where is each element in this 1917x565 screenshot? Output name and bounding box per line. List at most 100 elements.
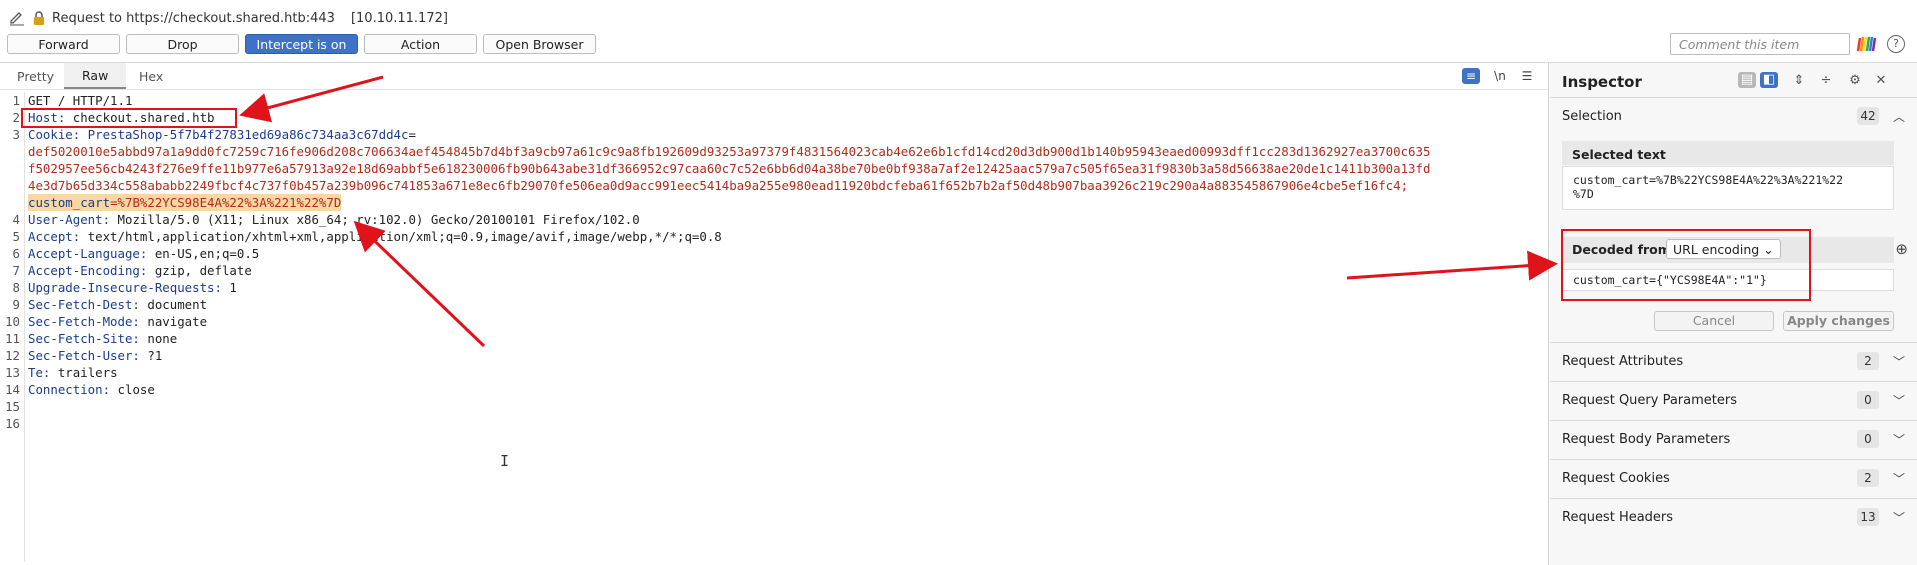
panel-view-icon[interactable]: ◧ <box>1760 72 1778 88</box>
action-button[interactable]: Action <box>364 34 477 54</box>
line-number: 9 <box>12 297 20 312</box>
section-request-query-parameters[interactable]: Request Query Parameters 0 ﹀ <box>1550 381 1917 419</box>
comment-input[interactable]: Comment this item <box>1670 33 1850 55</box>
decoded-from-label: Decoded from: <box>1572 242 1676 257</box>
header-value: Mozilla/5.0 (X11; Linux x86_64; rv:102.0… <box>110 212 640 227</box>
newline-toggle[interactable]: \n <box>1491 68 1509 84</box>
line-number: 5 <box>12 229 20 244</box>
inspector-title: Inspector <box>1562 73 1642 91</box>
intercept-toggle-button[interactable]: Intercept is on <box>245 34 358 54</box>
wrap-lines-icon[interactable]: ≡ <box>1462 68 1480 84</box>
panel-divider[interactable] <box>1548 63 1549 565</box>
tab-raw[interactable]: Raw <box>64 63 127 89</box>
line-number: 7 <box>12 263 20 278</box>
section-request-cookies[interactable]: Request Cookies 2 ﹀ <box>1550 459 1917 497</box>
section-count: 0 <box>1857 430 1879 448</box>
decoded-value: custom_cart={"YCS98E4A":"1"} <box>1573 273 1767 287</box>
line-number: 1 <box>12 93 20 108</box>
header-value: 1 <box>221 280 237 295</box>
line-number: 14 <box>5 382 20 397</box>
gutter-divider <box>24 92 25 562</box>
header-value: navigate <box>139 314 208 329</box>
pencil-icon[interactable] <box>8 9 26 27</box>
gear-icon[interactable]: ⚙ <box>1846 73 1864 89</box>
cookie-value-wrap: def5020010e5abbd97a1a9dd0fc7259c716fe906… <box>28 144 1431 159</box>
cookie-value-wrap: f502957ee56cb4243f276e9ffe11b977e6a57913… <box>28 161 1431 176</box>
selected-text-line: %7D <box>1573 187 1594 201</box>
section-request-attributes[interactable]: Request Attributes 2 ﹀ <box>1550 342 1917 380</box>
header-line: Accept-Language: en-US,en;q=0.5 <box>28 245 259 262</box>
header-line: Upgrade-Insecure-Requests: 1 <box>28 279 237 296</box>
header-line: Sec-Fetch-User: ?1 <box>28 347 162 364</box>
chevron-up-icon[interactable]: ︿ <box>1893 108 1905 125</box>
header-line: Accept-Encoding: gzip, deflate <box>28 262 252 279</box>
line-number: 12 <box>5 348 20 363</box>
request-header-line: Request to https://checkout.shared.htb:4… <box>8 8 448 28</box>
section-label: Request Attributes <box>1562 354 1684 369</box>
section-label: Request Query Parameters <box>1562 393 1737 408</box>
request-toolbar: Request to https://checkout.shared.htb:4… <box>0 0 1917 63</box>
cookie-value: =%7B%22YCS98E4A%22%3A%221%22%7D <box>110 195 342 210</box>
header-value: checkout.shared.htb <box>65 110 215 125</box>
decoded-value-box[interactable]: custom_cart={"YCS98E4A":"1"} <box>1562 269 1894 291</box>
add-icon[interactable]: ⊕ <box>1895 240 1908 258</box>
line-number: 6 <box>12 246 20 261</box>
selected-text-header: Selected text <box>1562 141 1894 165</box>
request-ip: [10.10.11.172] <box>350 10 448 26</box>
header-value: en-US,en;q=0.5 <box>147 246 260 261</box>
tab-hex[interactable]: Hex <box>139 69 163 84</box>
chevron-down-icon[interactable]: ﹀ <box>1893 470 1905 487</box>
section-request-body-parameters[interactable]: Request Body Parameters 0 ﹀ <box>1550 420 1917 458</box>
decoded-header: Decoded from: URL encoding ⌄ ⊕ <box>1562 237 1908 263</box>
header-key: User-Agent: <box>28 212 111 227</box>
cookie-value-wrap: 4e3d7b65d334c558ababb2249fbcf4c737f0b457… <box>28 178 1409 193</box>
selected-text-box[interactable]: custom_cart=%7B%22YCS98E4A%22%3A%221%22 … <box>1562 166 1894 210</box>
selection-section[interactable]: Selection 42 ︿ <box>1550 97 1917 135</box>
header-key: Accept: <box>28 229 81 244</box>
line-number: 11 <box>5 331 20 346</box>
header-value: trailers <box>50 365 118 380</box>
open-browser-button[interactable]: Open Browser <box>483 34 596 54</box>
decoding-select-value: URL encoding <box>1673 242 1760 257</box>
help-icon[interactable]: ? <box>1887 35 1905 53</box>
section-request-headers[interactable]: Request Headers 13 ﹀ <box>1550 498 1917 536</box>
header-key: Sec-Fetch-Site: <box>28 331 140 346</box>
cookie-name: PrestaShop-5f7b4f27831ed69a86c734aa3c67d… <box>80 127 409 142</box>
cancel-button[interactable]: Cancel <box>1654 311 1774 331</box>
decoding-select[interactable]: URL encoding ⌄ <box>1666 239 1781 259</box>
message-editor: Pretty Raw Hex ≡ \n ☰ 1 GET / HTTP/1.1 2… <box>0 63 1548 565</box>
close-icon[interactable]: ✕ <box>1872 73 1890 89</box>
highlight-color-icon[interactable] <box>1856 35 1876 53</box>
chevron-down-icon[interactable]: ﹀ <box>1893 392 1905 409</box>
chevron-down-icon[interactable]: ﹀ <box>1893 353 1905 370</box>
line-number: 10 <box>5 314 20 329</box>
expand-all-icon[interactable]: ⇕ <box>1790 73 1808 89</box>
chevron-down-icon[interactable]: ﹀ <box>1893 509 1905 526</box>
line-number: 16 <box>5 416 20 431</box>
list-view-icon[interactable]: ▤ <box>1738 72 1756 88</box>
hamburger-menu-icon[interactable]: ☰ <box>1518 68 1536 84</box>
header-line: Sec-Fetch-Mode: navigate <box>28 313 207 330</box>
editor-tabs: Pretty Raw Hex ≡ \n ☰ <box>0 63 1548 90</box>
drop-button[interactable]: Drop <box>126 34 239 54</box>
header-line: Connection: close <box>28 381 155 398</box>
lock-icon <box>34 11 44 25</box>
header-key: Sec-Fetch-User: <box>28 348 140 363</box>
cookie-eq: = <box>408 127 416 142</box>
selection-count: 42 <box>1857 107 1879 125</box>
chevron-down-icon[interactable]: ﹀ <box>1893 431 1905 448</box>
header-line: User-Agent: Mozilla/5.0 (X11; Linux x86_… <box>28 211 640 228</box>
header-value: none <box>139 331 178 346</box>
header-value: ?1 <box>139 348 163 363</box>
collapse-all-icon[interactable]: ÷ <box>1817 73 1835 89</box>
header-value: document <box>139 297 208 312</box>
line-number: 13 <box>5 365 20 380</box>
header-line-host: Host: checkout.shared.htb <box>28 109 215 126</box>
line-number: 2 <box>12 110 20 125</box>
apply-changes-button[interactable]: Apply changes <box>1783 311 1894 331</box>
header-line: Accept: text/html,application/xhtml+xml,… <box>28 228 722 245</box>
forward-button[interactable]: Forward <box>7 34 120 54</box>
line-number: 4 <box>12 212 20 227</box>
tab-pretty[interactable]: Pretty <box>17 69 54 84</box>
header-key: Sec-Fetch-Dest: <box>28 297 140 312</box>
